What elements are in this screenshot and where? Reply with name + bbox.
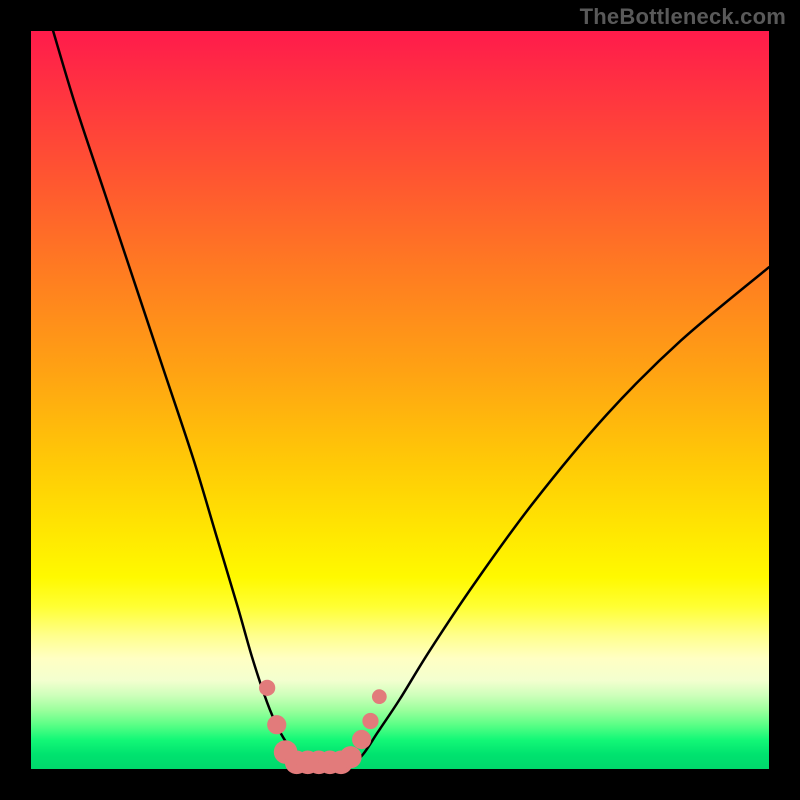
curve-layer xyxy=(31,31,769,769)
marker-dot xyxy=(339,746,361,768)
series-left-curve xyxy=(53,31,311,769)
marker-dot xyxy=(352,730,371,749)
watermark-text: TheBottleneck.com xyxy=(580,4,786,30)
series-right-curve xyxy=(348,267,769,769)
marker-dot xyxy=(259,680,275,696)
bottleneck-curve xyxy=(53,31,769,769)
marker-dot xyxy=(267,715,286,734)
marker-dot xyxy=(372,689,387,704)
marker-dots xyxy=(259,680,387,774)
marker-dot xyxy=(362,713,378,729)
plot-area xyxy=(31,31,769,769)
chart-frame: TheBottleneck.com xyxy=(0,0,800,800)
